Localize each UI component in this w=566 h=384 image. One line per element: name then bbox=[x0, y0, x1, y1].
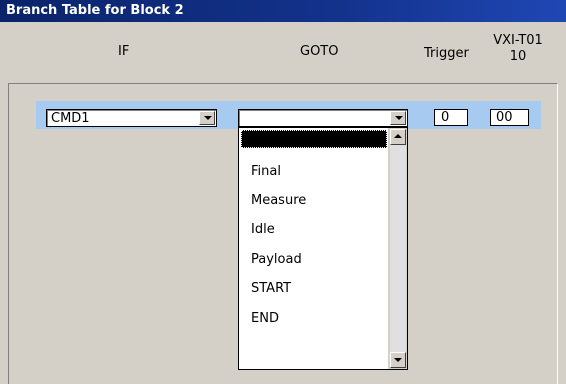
goto-dropdown-button[interactable] bbox=[390, 111, 406, 125]
dropdown-option[interactable]: END bbox=[251, 311, 279, 326]
scroll-down-button[interactable] bbox=[390, 352, 406, 368]
if-combobox-value: CMD1 bbox=[51, 111, 90, 126]
dropdown-option[interactable]: Payload bbox=[251, 252, 302, 267]
chevron-down-icon bbox=[395, 116, 403, 120]
if-dropdown-button[interactable] bbox=[199, 111, 215, 125]
trigger-field[interactable]: 0 bbox=[434, 109, 468, 126]
chevron-down-icon bbox=[204, 116, 212, 120]
chevron-up-icon bbox=[394, 134, 402, 138]
scroll-up-button[interactable] bbox=[390, 129, 406, 145]
vxi-field[interactable]: 00 bbox=[490, 109, 529, 126]
dropdown-selected-empty-item[interactable] bbox=[241, 130, 387, 148]
dropdown-option[interactable]: Measure bbox=[251, 193, 306, 208]
vxi-header-line1: VXI-T01 bbox=[493, 33, 543, 48]
if-combobox[interactable]: CMD1 bbox=[46, 109, 217, 127]
column-header-trigger: Trigger bbox=[424, 46, 469, 61]
window-title-bar: Branch Table for Block 2 bbox=[0, 0, 566, 22]
column-header-vxi: VXI-T01 10 bbox=[484, 33, 552, 65]
chevron-down-icon bbox=[394, 358, 402, 362]
goto-dropdown-list[interactable]: Final Measure Idle Payload START END bbox=[238, 127, 408, 370]
column-header-if: IF bbox=[118, 44, 130, 59]
vxi-header-line2: 10 bbox=[509, 49, 527, 64]
dropdown-option[interactable]: START bbox=[251, 281, 291, 296]
window-title: Branch Table for Block 2 bbox=[6, 3, 184, 18]
dropdown-option[interactable]: Idle bbox=[251, 222, 275, 237]
goto-combobox[interactable] bbox=[238, 109, 408, 127]
scrollbar-track[interactable] bbox=[390, 145, 406, 353]
dropdown-scrollbar[interactable] bbox=[388, 128, 407, 369]
dropdown-option[interactable]: Final bbox=[251, 164, 281, 179]
column-header-goto: GOTO bbox=[300, 44, 339, 59]
